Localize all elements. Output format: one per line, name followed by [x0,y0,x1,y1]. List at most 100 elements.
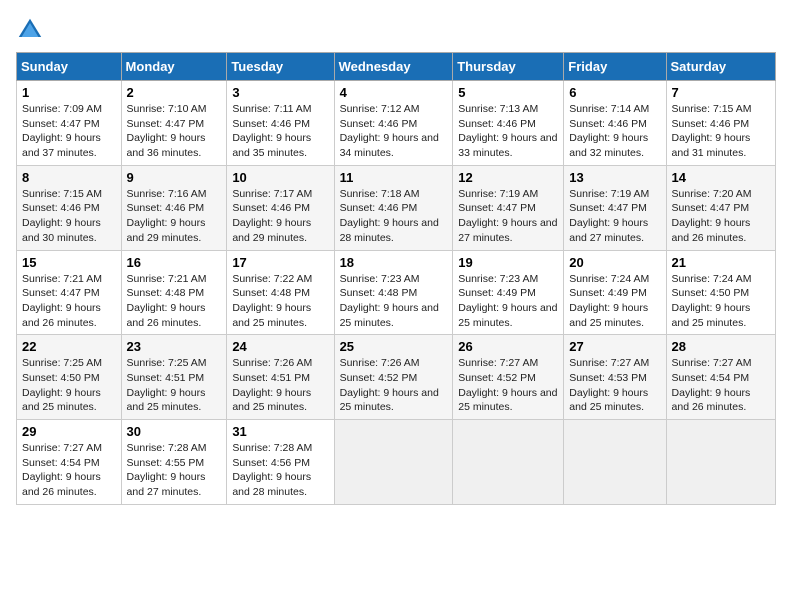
calendar-cell: 23 Sunrise: 7:25 AMSunset: 4:51 PMDaylig… [121,335,227,420]
cell-info: Sunrise: 7:21 AMSunset: 4:47 PMDaylight:… [22,273,102,329]
calendar-cell: 31 Sunrise: 7:28 AMSunset: 4:56 PMDaylig… [227,420,334,505]
cell-info: Sunrise: 7:20 AMSunset: 4:47 PMDaylight:… [672,188,752,244]
cell-info: Sunrise: 7:24 AMSunset: 4:49 PMDaylight:… [569,273,649,329]
cell-info: Sunrise: 7:28 AMSunset: 4:56 PMDaylight:… [232,442,312,498]
calendar-cell: 2 Sunrise: 7:10 AMSunset: 4:47 PMDayligh… [121,81,227,166]
cell-info: Sunrise: 7:26 AMSunset: 4:51 PMDaylight:… [232,357,312,413]
calendar-cell: 19 Sunrise: 7:23 AMSunset: 4:49 PMDaylig… [453,250,564,335]
cell-info: Sunrise: 7:23 AMSunset: 4:48 PMDaylight:… [340,273,439,329]
calendar-cell: 14 Sunrise: 7:20 AMSunset: 4:47 PMDaylig… [666,165,775,250]
cell-info: Sunrise: 7:23 AMSunset: 4:49 PMDaylight:… [458,273,557,329]
cell-info: Sunrise: 7:15 AMSunset: 4:46 PMDaylight:… [672,103,752,159]
cell-info: Sunrise: 7:27 AMSunset: 4:54 PMDaylight:… [672,357,752,413]
day-number: 13 [569,170,660,185]
cell-info: Sunrise: 7:28 AMSunset: 4:55 PMDaylight:… [127,442,207,498]
calendar-cell [666,420,775,505]
day-of-week-header: Thursday [453,53,564,81]
calendar-cell: 25 Sunrise: 7:26 AMSunset: 4:52 PMDaylig… [334,335,453,420]
day-of-week-header: Sunday [17,53,122,81]
cell-info: Sunrise: 7:11 AMSunset: 4:46 PMDaylight:… [232,103,311,159]
calendar-cell: 28 Sunrise: 7:27 AMSunset: 4:54 PMDaylig… [666,335,775,420]
calendar-cell: 10 Sunrise: 7:17 AMSunset: 4:46 PMDaylig… [227,165,334,250]
calendar-cell: 12 Sunrise: 7:19 AMSunset: 4:47 PMDaylig… [453,165,564,250]
day-number: 23 [127,339,222,354]
calendar-cell: 9 Sunrise: 7:16 AMSunset: 4:46 PMDayligh… [121,165,227,250]
day-of-week-header: Friday [564,53,666,81]
calendar-cell: 6 Sunrise: 7:14 AMSunset: 4:46 PMDayligh… [564,81,666,166]
day-number: 16 [127,255,222,270]
cell-info: Sunrise: 7:25 AMSunset: 4:50 PMDaylight:… [22,357,102,413]
calendar-cell: 29 Sunrise: 7:27 AMSunset: 4:54 PMDaylig… [17,420,122,505]
calendar-cell: 13 Sunrise: 7:19 AMSunset: 4:47 PMDaylig… [564,165,666,250]
day-number: 10 [232,170,328,185]
day-number: 18 [340,255,448,270]
cell-info: Sunrise: 7:26 AMSunset: 4:52 PMDaylight:… [340,357,439,413]
logo-icon [16,16,44,44]
calendar-cell: 16 Sunrise: 7:21 AMSunset: 4:48 PMDaylig… [121,250,227,335]
calendar-cell: 3 Sunrise: 7:11 AMSunset: 4:46 PMDayligh… [227,81,334,166]
cell-info: Sunrise: 7:09 AMSunset: 4:47 PMDaylight:… [22,103,102,159]
calendar-cell: 20 Sunrise: 7:24 AMSunset: 4:49 PMDaylig… [564,250,666,335]
calendar-cell: 26 Sunrise: 7:27 AMSunset: 4:52 PMDaylig… [453,335,564,420]
day-number: 30 [127,424,222,439]
calendar-cell [453,420,564,505]
day-of-week-header: Saturday [666,53,775,81]
day-number: 3 [232,85,328,100]
day-number: 15 [22,255,116,270]
calendar-cell: 15 Sunrise: 7:21 AMSunset: 4:47 PMDaylig… [17,250,122,335]
calendar-cell: 11 Sunrise: 7:18 AMSunset: 4:46 PMDaylig… [334,165,453,250]
cell-info: Sunrise: 7:22 AMSunset: 4:48 PMDaylight:… [232,273,312,329]
cell-info: Sunrise: 7:15 AMSunset: 4:46 PMDaylight:… [22,188,102,244]
cell-info: Sunrise: 7:12 AMSunset: 4:46 PMDaylight:… [340,103,439,159]
cell-info: Sunrise: 7:19 AMSunset: 4:47 PMDaylight:… [569,188,649,244]
calendar-cell: 24 Sunrise: 7:26 AMSunset: 4:51 PMDaylig… [227,335,334,420]
day-of-week-header: Monday [121,53,227,81]
day-number: 19 [458,255,558,270]
day-number: 2 [127,85,222,100]
day-number: 7 [672,85,770,100]
day-number: 28 [672,339,770,354]
cell-info: Sunrise: 7:17 AMSunset: 4:46 PMDaylight:… [232,188,312,244]
cell-info: Sunrise: 7:24 AMSunset: 4:50 PMDaylight:… [672,273,752,329]
cell-info: Sunrise: 7:27 AMSunset: 4:53 PMDaylight:… [569,357,649,413]
calendar-cell: 27 Sunrise: 7:27 AMSunset: 4:53 PMDaylig… [564,335,666,420]
day-number: 9 [127,170,222,185]
calendar-table: SundayMondayTuesdayWednesdayThursdayFrid… [16,52,776,505]
day-number: 25 [340,339,448,354]
cell-info: Sunrise: 7:27 AMSunset: 4:52 PMDaylight:… [458,357,557,413]
day-number: 17 [232,255,328,270]
calendar-cell: 4 Sunrise: 7:12 AMSunset: 4:46 PMDayligh… [334,81,453,166]
day-number: 29 [22,424,116,439]
day-number: 1 [22,85,116,100]
calendar-cell: 8 Sunrise: 7:15 AMSunset: 4:46 PMDayligh… [17,165,122,250]
day-number: 26 [458,339,558,354]
cell-info: Sunrise: 7:14 AMSunset: 4:46 PMDaylight:… [569,103,649,159]
day-number: 20 [569,255,660,270]
calendar-cell: 21 Sunrise: 7:24 AMSunset: 4:50 PMDaylig… [666,250,775,335]
cell-info: Sunrise: 7:21 AMSunset: 4:48 PMDaylight:… [127,273,207,329]
cell-info: Sunrise: 7:18 AMSunset: 4:46 PMDaylight:… [340,188,439,244]
calendar-cell: 17 Sunrise: 7:22 AMSunset: 4:48 PMDaylig… [227,250,334,335]
day-number: 27 [569,339,660,354]
day-number: 14 [672,170,770,185]
cell-info: Sunrise: 7:25 AMSunset: 4:51 PMDaylight:… [127,357,207,413]
cell-info: Sunrise: 7:10 AMSunset: 4:47 PMDaylight:… [127,103,207,159]
cell-info: Sunrise: 7:16 AMSunset: 4:46 PMDaylight:… [127,188,207,244]
day-number: 6 [569,85,660,100]
day-of-week-header: Tuesday [227,53,334,81]
day-number: 11 [340,170,448,185]
cell-info: Sunrise: 7:13 AMSunset: 4:46 PMDaylight:… [458,103,557,159]
day-number: 31 [232,424,328,439]
calendar-cell: 1 Sunrise: 7:09 AMSunset: 4:47 PMDayligh… [17,81,122,166]
day-number: 22 [22,339,116,354]
calendar-cell: 7 Sunrise: 7:15 AMSunset: 4:46 PMDayligh… [666,81,775,166]
day-number: 8 [22,170,116,185]
logo [16,16,48,44]
day-number: 12 [458,170,558,185]
cell-info: Sunrise: 7:27 AMSunset: 4:54 PMDaylight:… [22,442,102,498]
header [16,16,776,44]
calendar-cell: 5 Sunrise: 7:13 AMSunset: 4:46 PMDayligh… [453,81,564,166]
day-of-week-header: Wednesday [334,53,453,81]
calendar-cell: 22 Sunrise: 7:25 AMSunset: 4:50 PMDaylig… [17,335,122,420]
cell-info: Sunrise: 7:19 AMSunset: 4:47 PMDaylight:… [458,188,557,244]
